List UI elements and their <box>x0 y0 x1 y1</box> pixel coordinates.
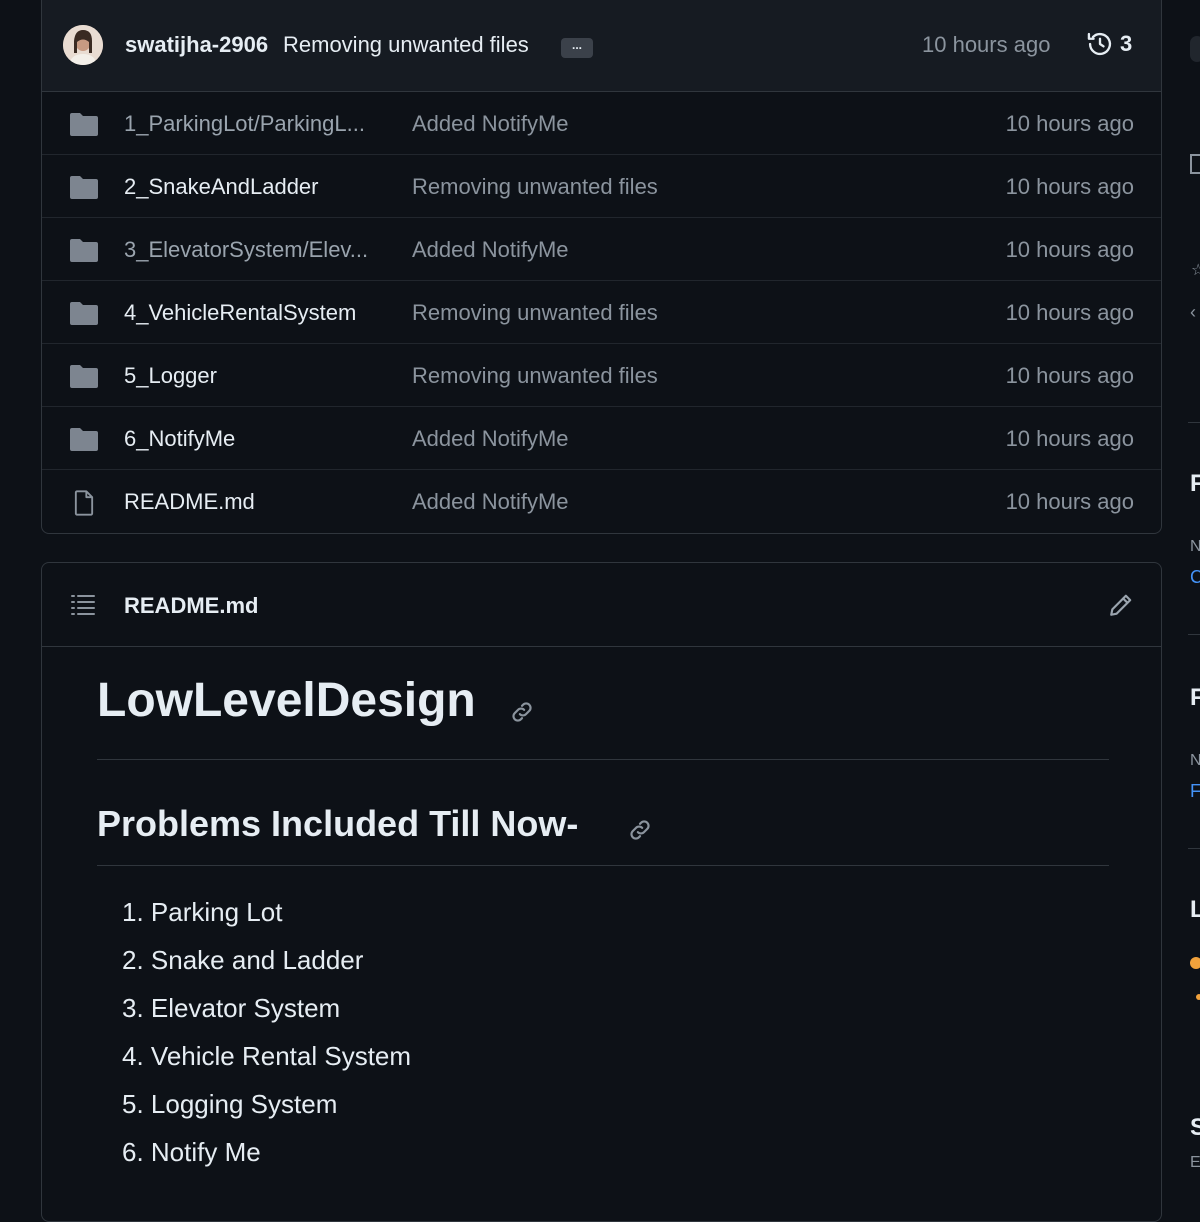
file-commit-message-link[interactable]: Added NotifyMe <box>412 111 569 137</box>
file-name-link[interactable]: 2_SnakeAndLadder <box>124 174 319 200</box>
heading-divider <box>97 759 1109 760</box>
folder-icon <box>69 174 99 205</box>
book-icon <box>1190 154 1200 174</box>
eye-icon: ‹ <box>1190 302 1196 322</box>
sidebar-divider <box>1188 848 1200 849</box>
star-icon: ☆ <box>1191 262 1200 279</box>
file-commit-time: 10 hours ago <box>1005 489 1134 514</box>
folder-icon <box>69 363 99 394</box>
file-commit-message-link[interactable]: Added NotifyMe <box>412 426 569 452</box>
sidebar-button[interactable] <box>1190 36 1200 62</box>
list-item: 3. Elevator System <box>122 993 341 1023</box>
folder-icon <box>69 237 99 268</box>
outline-list-icon[interactable] <box>69 592 97 623</box>
list-item: 1. Parking Lot <box>122 897 283 927</box>
file-commit-time: 10 hours ago <box>1005 300 1134 325</box>
file-icon <box>69 489 99 522</box>
sidebar-text: N <box>1190 752 1200 769</box>
sidebar-heading-languages: L <box>1190 896 1200 923</box>
file-commit-message-link[interactable]: Added NotifyMe <box>412 237 569 263</box>
readme-filename: README.md <box>124 593 259 618</box>
file-row[interactable]: README.md Added NotifyMe 10 hours ago <box>42 470 1161 533</box>
file-commit-time: 10 hours ago <box>1005 363 1134 388</box>
readme-heading: LowLevelDesign <box>97 674 476 727</box>
commit-count[interactable]: 3 <box>1120 31 1132 57</box>
file-name-link[interactable]: 1_ParkingLot/ParkingL... <box>124 111 365 137</box>
anchor-link-icon[interactable] <box>509 699 535 730</box>
pencil-icon[interactable] <box>1108 592 1134 623</box>
sidebar-link[interactable]: F <box>1190 781 1200 802</box>
language-dot <box>1196 994 1200 1000</box>
commit-expand-button[interactable]: ... <box>561 38 593 58</box>
sidebar-divider <box>1188 634 1200 635</box>
file-row[interactable]: 6_NotifyMe Added NotifyMe 10 hours ago <box>42 407 1161 470</box>
sidebar-divider <box>1188 422 1200 423</box>
file-name-link[interactable]: 4_VehicleRentalSystem <box>124 300 356 326</box>
list-item: 4. Vehicle Rental System <box>122 1041 412 1071</box>
file-commit-message-link[interactable]: Added NotifyMe <box>412 489 569 515</box>
file-list: 1_ParkingLot/ParkingL... Added NotifyMe 10… <box>42 92 1161 533</box>
file-row[interactable]: 4_VehicleRentalSystem Removing unwanted f… <box>42 281 1161 344</box>
file-name-link[interactable]: 3_ElevatorSystem/Elev... <box>124 237 368 263</box>
sidebar-heading-releases: F <box>1190 470 1200 497</box>
file-row[interactable]: 1_ParkingLot/ParkingL... Added NotifyMe 10… <box>42 92 1161 155</box>
sidebar-text: N <box>1190 538 1200 555</box>
readme-subheading: Problems Included Till Now- <box>97 803 579 844</box>
file-name-link[interactable]: README.md <box>124 489 255 515</box>
file-name-link[interactable]: 5_Logger <box>124 363 217 389</box>
file-commit-message-link[interactable]: Removing unwanted files <box>412 363 658 389</box>
sidebar-text: E <box>1190 1154 1200 1171</box>
readme-header: README.md <box>42 563 1161 647</box>
file-browser: swatijha-2906 Removing unwanted files ..… <box>41 0 1162 534</box>
folder-icon <box>69 111 99 142</box>
commit-message-link[interactable]: Removing unwanted files <box>283 32 529 58</box>
sidebar-link[interactable]: C <box>1190 567 1200 588</box>
commit-time: 10 hours ago <box>922 32 1051 57</box>
sidebar-heading-packages: F <box>1190 684 1200 711</box>
folder-icon <box>69 426 99 457</box>
file-row[interactable]: 2_SnakeAndLadder Removing unwanted files 1… <box>42 155 1161 218</box>
subheading-divider <box>97 865 1109 866</box>
file-commit-time: 10 hours ago <box>1005 174 1134 199</box>
file-commit-time: 10 hours ago <box>1005 237 1134 262</box>
readme-panel: README.md LowLevelDesign Problems Includ… <box>41 562 1162 1222</box>
file-commit-message-link[interactable]: Removing unwanted files <box>412 174 658 200</box>
latest-commit-bar: swatijha-2906 Removing unwanted files ..… <box>42 0 1161 92</box>
problems-list: 1. Parking Lot 2. Snake and Ladder 3. El… <box>122 895 411 1183</box>
file-commit-message-link[interactable]: Removing unwanted files <box>412 300 658 326</box>
file-row[interactable]: 5_Logger Removing unwanted files 10 hours … <box>42 344 1161 407</box>
file-name-link[interactable]: 6_NotifyMe <box>124 426 235 452</box>
history-icon[interactable] <box>1086 30 1114 63</box>
commit-author-link[interactable]: swatijha-2906 <box>125 32 268 58</box>
file-row[interactable]: 3_ElevatorSystem/Elev... Added NotifyMe 10… <box>42 218 1161 281</box>
folder-icon <box>69 300 99 331</box>
language-dot <box>1190 957 1200 969</box>
anchor-link-icon[interactable] <box>627 817 653 848</box>
list-item: 5. Logging System <box>122 1089 338 1119</box>
list-item: 6. Notify Me <box>122 1137 261 1167</box>
avatar[interactable] <box>63 25 103 65</box>
list-item: 2. Snake and Ladder <box>122 945 364 975</box>
sidebar-heading-suggested: S <box>1190 1114 1200 1141</box>
file-commit-time: 10 hours ago <box>1005 426 1134 451</box>
file-commit-time: 10 hours ago <box>1005 111 1134 136</box>
